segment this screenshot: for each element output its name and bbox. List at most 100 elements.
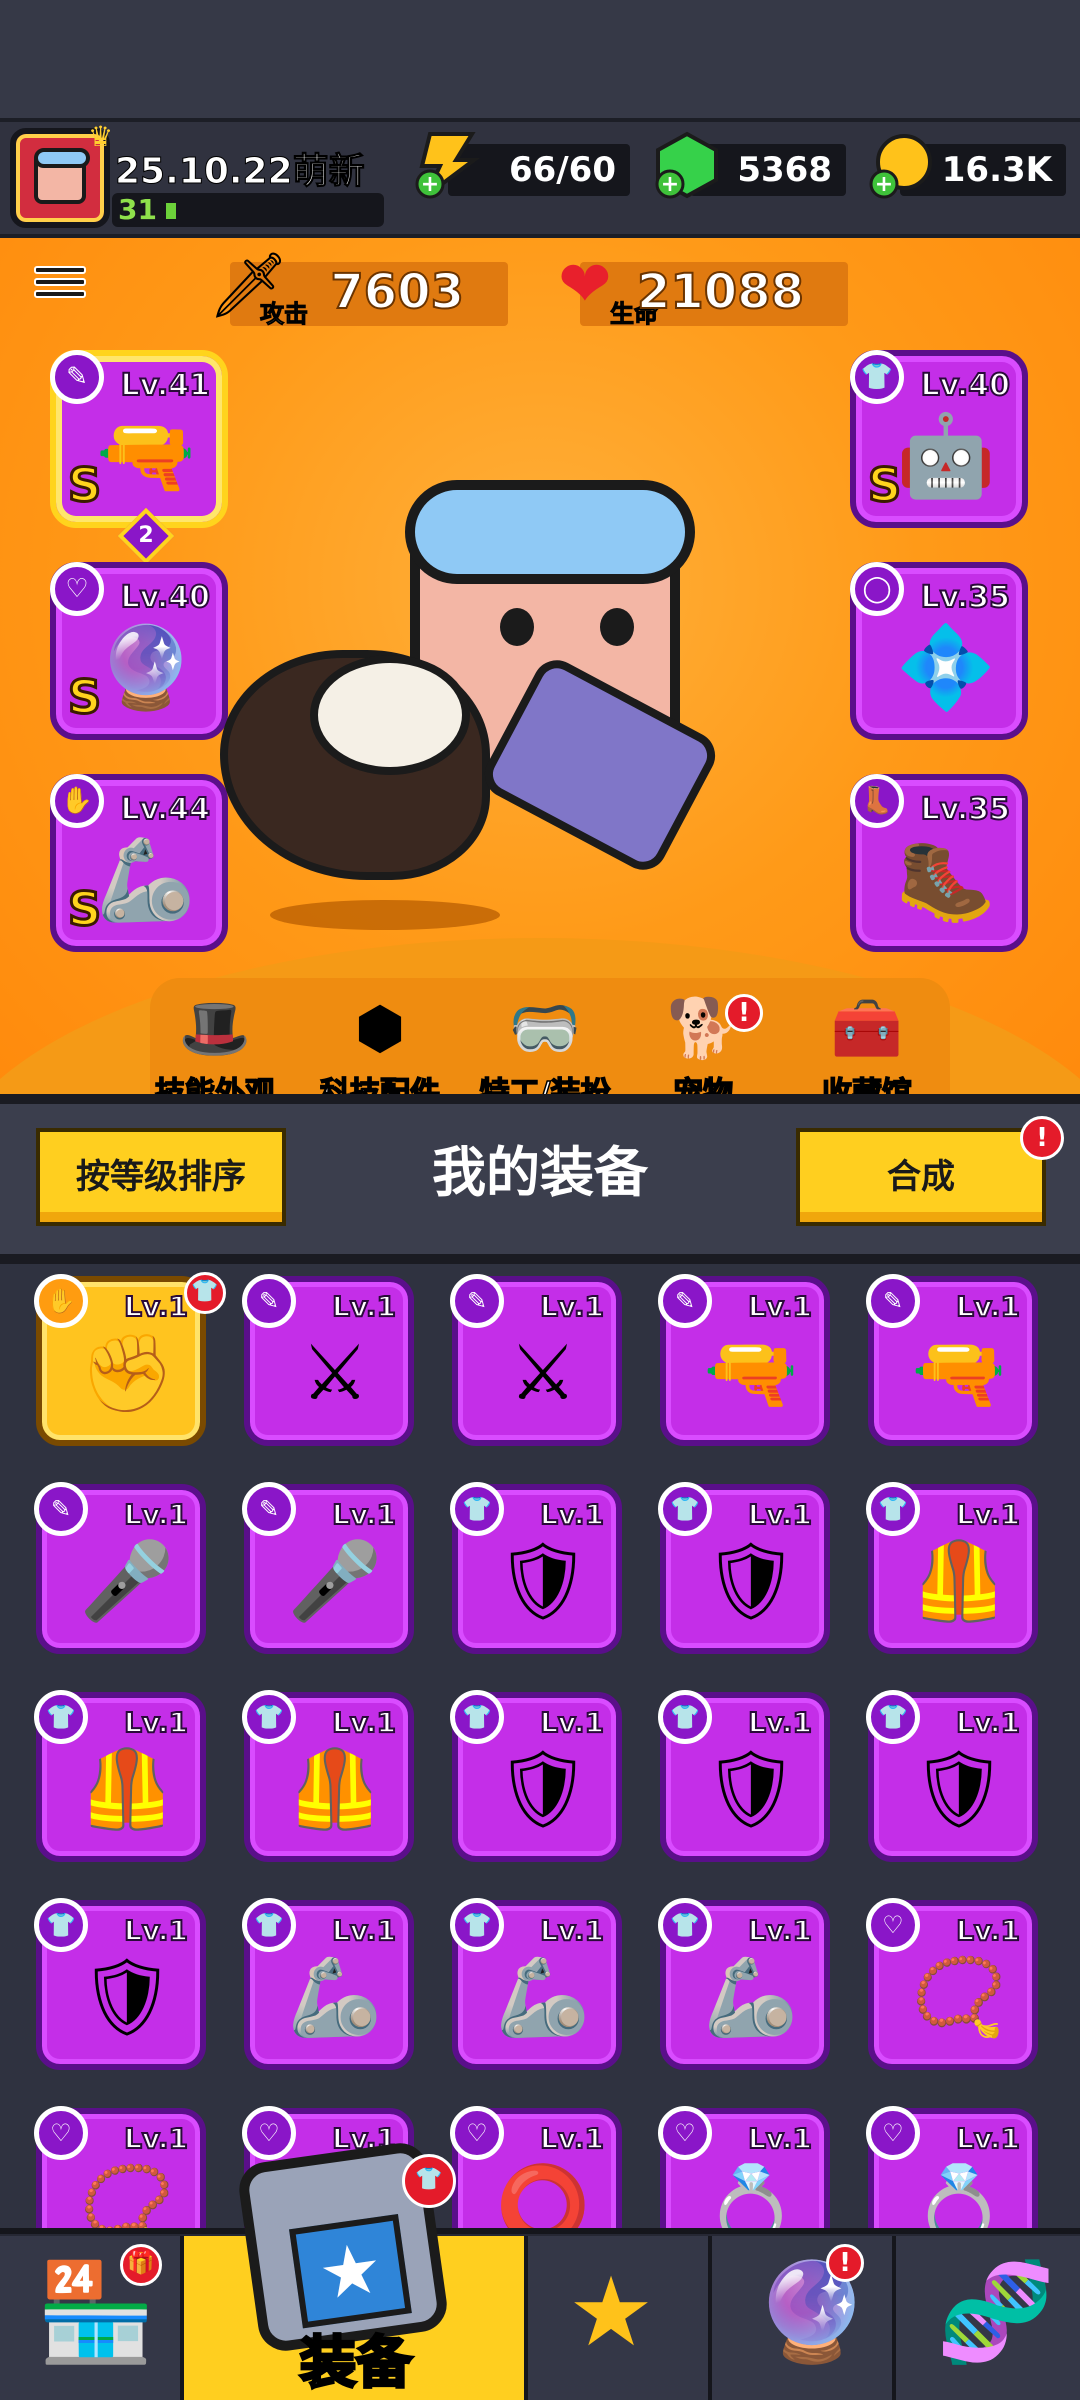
avatar-goggle xyxy=(34,148,90,168)
hp-value: 21088 xyxy=(636,263,805,321)
inventory-item[interactable]: 👕 Lv.1 🛡 xyxy=(658,1690,830,1862)
glove-icon: ✋ xyxy=(50,774,104,828)
inventory-item[interactable]: ✎ Lv.1 🎤 xyxy=(242,1482,414,1654)
item-art-icon: 🛡 xyxy=(78,1952,176,2041)
hero-eye-right xyxy=(600,608,634,646)
coin-plus-icon[interactable]: + xyxy=(866,130,936,200)
slot-level: Lv.35 xyxy=(920,579,1011,616)
slot-rank: S xyxy=(866,457,902,514)
item-art-icon: 🎤 xyxy=(79,1536,175,1625)
gem-value: 5368 xyxy=(737,150,832,190)
equip-slot-necklace[interactable]: ♡ Lv.40 🔮 S xyxy=(50,562,228,740)
nav-lab[interactable]: 🧬 xyxy=(896,2236,1080,2400)
inventory-item[interactable]: ✎ Lv.1 🔫 xyxy=(866,1274,1038,1446)
necklace-icon: ♡ xyxy=(50,562,104,616)
item-art-icon: 🦾 xyxy=(495,1952,591,2041)
equip-slot-boots[interactable]: 👢 Lv.35 🥾 xyxy=(850,774,1028,952)
inventory-item[interactable]: 👕 Lv.1 🛡 xyxy=(34,1898,206,2070)
item-art-icon: 🦺 xyxy=(911,1536,1007,1625)
menu-list-icon[interactable] xyxy=(34,262,86,308)
energy-value: 66/60 xyxy=(508,150,616,190)
inventory-item[interactable]: 👕 Lv.1 🛡 xyxy=(450,1690,622,1862)
player-level: 31 xyxy=(118,193,157,226)
equip-slot-weapon[interactable]: ✎ Lv.41 🔫 S 2 xyxy=(50,350,228,565)
star-swords-icon: ★ xyxy=(568,2256,655,2368)
hp-stat: ❤ 生命 21088 xyxy=(558,248,848,329)
merge-button[interactable]: 合成 xyxy=(796,1128,1046,1226)
energy-plus-icon[interactable]: + xyxy=(412,130,482,200)
inventory-item[interactable]: 👕 Lv.1 🦺 xyxy=(242,1690,414,1862)
coin-value: 16.3K xyxy=(941,150,1052,190)
slot-level: Lv.40 xyxy=(120,579,211,616)
slot-level: Lv.44 xyxy=(120,791,211,828)
hero-eye-left xyxy=(500,608,534,646)
inventory-item[interactable]: ♡ Lv.1 💍 xyxy=(866,2106,1038,2230)
equipment-title: 我的装备 xyxy=(432,1141,648,1204)
inventory-item[interactable]: 👕 Lv.1 🦺 xyxy=(34,1690,206,1862)
inventory-item[interactable]: ♡Lv.1📿 xyxy=(866,1898,1038,2070)
inventory-item[interactable]: ♡ Lv.1 💍 xyxy=(658,2106,830,2230)
inventory-item[interactable]: 👕 Lv.1 🛡 xyxy=(866,1690,1038,1862)
inventory-item[interactable]: ♡Lv.1📿 xyxy=(34,2106,206,2230)
item-art-icon: 🛡 xyxy=(494,1536,592,1625)
raygun-icon: 🔫 xyxy=(96,409,196,502)
game-screen: ♛ 25.10.22萌新 31 66/60 + 5368 + 16.3K + 🗡… xyxy=(0,0,1080,2400)
slot-level: Lv.41 xyxy=(120,367,211,404)
item-art-icon: ⭕ xyxy=(495,2160,591,2230)
inventory-item[interactable]: ✋ Lv.1 ✊ 👕 xyxy=(34,1272,226,1446)
item-art-icon: 📿 xyxy=(79,2160,175,2230)
item-art-icon: 🦺 xyxy=(79,1744,175,1833)
level-progress-fill xyxy=(166,203,176,219)
item-art-icon: 🦾 xyxy=(287,1952,383,2041)
hero-goggles xyxy=(405,480,695,584)
gift-badge-icon: 🎁 xyxy=(120,2244,162,2286)
inventory-item[interactable]: 👕 Lv.1 🛡 xyxy=(658,1482,830,1654)
pet-alert-icon: ! xyxy=(725,994,763,1032)
inventory-item[interactable]: ✎ Lv.1 ⚔ xyxy=(242,1274,414,1446)
nav-battle[interactable]: ★ xyxy=(528,2236,712,2400)
inventory-grid: ✋ Lv.1 ✊ 👕 ✎ Lv.1 ⚔ ✎ Lv.1 ⚔ ✎ Lv.1 🔫 ✎ Lv.1 🔫 ✎ Lv.1 🎤 ✎ Lv… xyxy=(0,1264,1080,2230)
inventory-item[interactable]: ✎ Lv.1 ⚔ xyxy=(450,1274,622,1446)
equip-slot-armor[interactable]: 👕 Lv.40 🤖 S xyxy=(850,350,1028,528)
slot-level: Lv.40 xyxy=(920,367,1011,404)
item-art-icon: 🔫 xyxy=(703,1328,799,1417)
divider xyxy=(0,1254,1080,1264)
gem-plus-icon[interactable]: + xyxy=(652,130,722,200)
inventory-item[interactable]: 👕 Lv.1 🦾 xyxy=(242,1898,414,2070)
slot-rank: S xyxy=(66,881,102,938)
dna-capsule-icon: 🧬 xyxy=(936,2256,1056,2368)
hero-shadow xyxy=(270,900,500,930)
equip-slot-gloves[interactable]: ✋ Lv.44 🦾 S xyxy=(50,774,228,952)
inventory-item[interactable]: 👕 Lv.1 🦾 xyxy=(450,1898,622,2070)
inventory-item[interactable]: ✎ Lv.1 🔫 xyxy=(658,1274,830,1446)
inventory-item[interactable]: 👕 Lv.1 🦺 xyxy=(866,1482,1038,1654)
nav-events[interactable]: 🔮 xyxy=(712,2236,896,2400)
slot-rank: S xyxy=(66,457,102,514)
player-name: 25.10.22萌新 xyxy=(115,151,366,193)
inventory-item[interactable]: ♡ Lv.1 ⭕ xyxy=(450,2106,622,2230)
sort-by-level-button[interactable]: 按等级排序 xyxy=(36,1128,286,1226)
svg-text:+: + xyxy=(421,172,439,197)
item-art-icon: 🛡 xyxy=(910,1744,1008,1833)
slot-level: Lv.35 xyxy=(920,791,1011,828)
item-art-icon: 🔫 xyxy=(911,1328,1007,1417)
mech-armor-icon: 🤖 xyxy=(896,409,996,502)
item-art-icon: ⚔ xyxy=(300,1328,370,1417)
agent-icon: 🥽 xyxy=(508,994,582,1062)
item-art-icon: 🛡 xyxy=(494,1744,592,1833)
armor-icon: 👕 xyxy=(850,350,904,404)
events-alert-icon: ! xyxy=(826,2244,864,2282)
equipment-new-icon: 👕 xyxy=(402,2154,456,2208)
gauntlet-icon: 🦾 xyxy=(96,833,196,926)
inventory-item[interactable]: 👕 Lv.1 🦾 xyxy=(658,1898,830,2070)
item-art-icon: 🦾 xyxy=(703,1952,799,2041)
attack-stat: 🗡 攻击 7603 xyxy=(208,249,508,329)
equip-slot-belt[interactable]: ◯ Lv.35 💠 xyxy=(850,562,1028,740)
belt-icon: ◯ xyxy=(850,562,904,616)
item-art-icon: 🛡 xyxy=(702,1536,800,1625)
inventory-item[interactable]: 👕 Lv.1 🛡 xyxy=(450,1482,622,1654)
heart-icon: ❤ xyxy=(558,248,612,322)
item-art-icon: 💍 xyxy=(911,2160,1007,2230)
inventory-item[interactable]: ✎ Lv.1 🎤 xyxy=(34,1482,206,1654)
collection-icon: 🧰 xyxy=(830,994,904,1062)
